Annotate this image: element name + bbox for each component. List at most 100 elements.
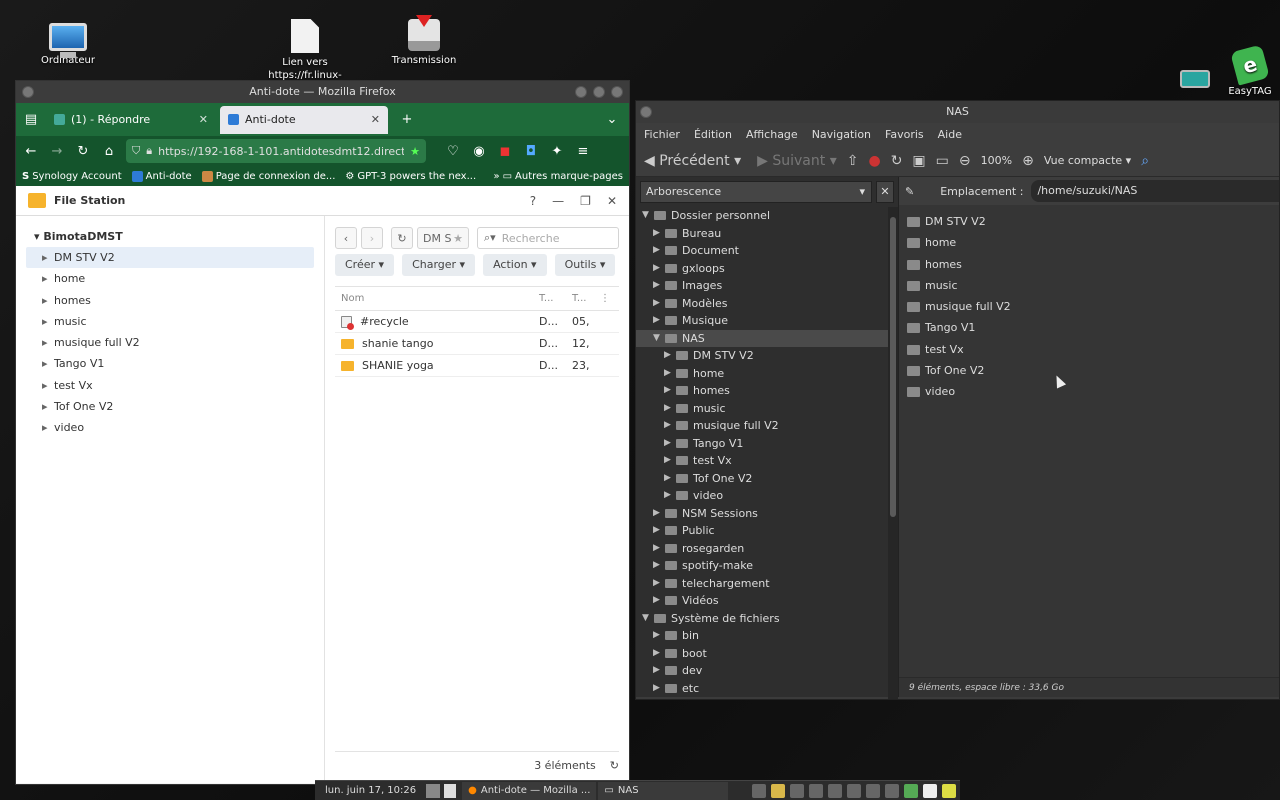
tree-item[interactable]: ▶ DM STV V2 <box>636 347 898 365</box>
firefox-window[interactable]: Anti-dote — Mozilla Firefox ▤ (1) - Répo… <box>15 80 630 785</box>
star-icon[interactable]: ★ <box>453 232 463 245</box>
taskbar-app-nas[interactable]: ▭ NAS <box>598 781 729 800</box>
tree-item[interactable]: ▼ NAS <box>636 329 898 348</box>
tree-item[interactable]: Tango V1 <box>26 353 314 374</box>
bookmark-synology[interactable]: S Synology Account <box>22 171 122 182</box>
tree-item[interactable]: ▶ home <box>636 365 898 383</box>
forward-button[interactable]: ▶ Suivant ▾ <box>757 153 837 169</box>
tree-item[interactable]: ▶ music <box>636 400 898 418</box>
expand-icon[interactable]: ▶ <box>653 242 660 260</box>
column-menu-icon[interactable]: ⋮ <box>600 293 610 304</box>
tree-item[interactable]: ▶ Bureau <box>636 225 898 243</box>
close-button[interactable] <box>611 86 623 98</box>
chevron-down-icon[interactable]: ⌄ <box>603 112 621 127</box>
expand-icon[interactable]: ▶ <box>664 347 671 365</box>
reload-icon[interactable]: ↻ <box>74 144 92 159</box>
path-chip[interactable]: DM S ★ <box>417 227 469 249</box>
tree-item[interactable]: test Vx <box>26 375 314 396</box>
new-tab-icon[interactable]: + <box>398 112 416 127</box>
tree-item[interactable]: home <box>26 268 314 289</box>
nas-window[interactable]: NAS Fichier Édition Affichage Navigation… <box>635 100 1280 700</box>
ublock-icon[interactable]: ◼ <box>496 144 514 159</box>
tree-item[interactable]: ▼ Système de fichiers <box>636 610 898 628</box>
close-sidebar-icon[interactable]: ✕ <box>876 181 894 203</box>
clock[interactable]: lun. juin 17, 10:26 <box>315 785 426 796</box>
list-item[interactable]: Tof One V2 <box>899 360 1279 381</box>
tree-item[interactable]: ▶ NSM Sessions <box>636 505 898 523</box>
tree-item[interactable]: ▼ Dossier personnel <box>636 207 898 225</box>
update-icon[interactable] <box>904 783 918 798</box>
tree-item[interactable]: ▶ bin <box>636 627 898 645</box>
tree-scrollbar[interactable] <box>888 207 898 699</box>
tree-item[interactable]: ▶ boot <box>636 645 898 663</box>
tree-item[interactable]: ▶ Public <box>636 522 898 540</box>
menu-favoris[interactable]: Favoris <box>885 128 924 141</box>
tree-item[interactable]: ▶ video <box>636 487 898 505</box>
firefox-titlebar[interactable]: Anti-dote — Mozilla Firefox <box>16 81 629 103</box>
expand-icon[interactable]: ▶ <box>664 487 671 505</box>
upload-button[interactable]: Charger ▾ <box>402 254 476 276</box>
tree-item[interactable]: ▶ Images <box>636 277 898 295</box>
url-bar[interactable]: ⛉ 🔒︎ https://192-168-1-101.antidotesdmt1… <box>126 139 426 163</box>
back-icon[interactable]: ← <box>22 144 40 159</box>
tree-item[interactable]: homes <box>26 290 314 311</box>
table-row[interactable]: SHANIE yoga D... 23, <box>335 355 619 377</box>
bookmark-others[interactable]: » ▭ Autres marque-pages <box>493 171 623 182</box>
expand-icon[interactable]: ▶ <box>653 312 660 330</box>
tree-item[interactable]: ▶ Vidéos <box>636 592 898 610</box>
up-icon[interactable]: ⇧ <box>847 153 859 169</box>
network-icon[interactable] <box>847 783 861 798</box>
close-tab-icon[interactable]: ✕ <box>199 113 208 126</box>
list-item[interactable]: DM STV V2 <box>899 211 1279 232</box>
expand-icon[interactable]: ▶ <box>653 680 660 698</box>
reload-icon[interactable]: ↻ <box>891 153 903 169</box>
extensions-icon[interactable]: ✦ <box>548 144 566 159</box>
expand-icon[interactable]: ▶ <box>653 557 660 575</box>
menu-fichier[interactable]: Fichier <box>644 128 680 141</box>
tree-item[interactable]: music <box>26 311 314 332</box>
expand-icon[interactable]: ▶ <box>653 540 660 558</box>
account-icon[interactable]: ◉ <box>470 144 488 159</box>
tray-icon-7[interactable] <box>866 783 880 798</box>
action-button[interactable]: Action ▾ <box>483 254 547 276</box>
sidebar-mode-select[interactable]: Arborescence ▾ <box>640 181 872 203</box>
tray-icon-3[interactable] <box>790 783 804 798</box>
expand-icon[interactable]: ▶ <box>653 225 660 243</box>
menu-navigation[interactable]: Navigation <box>812 128 871 141</box>
collapse-icon[interactable]: ▼ <box>653 330 660 348</box>
list-item[interactable]: music <box>899 275 1279 296</box>
create-button[interactable]: Créer ▾ <box>335 254 395 276</box>
tree-item[interactable]: ▶ gxloops <box>636 260 898 278</box>
tree-item[interactable]: ▶ Document <box>636 242 898 260</box>
forward-button[interactable]: › <box>361 227 383 249</box>
location-input[interactable]: /home/suzuki/NAS <box>1031 180 1279 202</box>
tray-icon-1[interactable] <box>752 783 766 798</box>
menu-aide[interactable]: Aide <box>938 128 962 141</box>
expand-icon[interactable]: ▶ <box>664 470 671 488</box>
minimize-icon[interactable]: — <box>552 194 564 208</box>
tree-item[interactable]: video <box>26 417 314 438</box>
expand-icon[interactable]: ▶ <box>653 260 660 278</box>
expand-icon[interactable]: ▶ <box>664 400 671 418</box>
search-icon[interactable]: ⌕ <box>1141 153 1149 169</box>
column-name[interactable]: Nom <box>335 293 535 304</box>
collapse-icon[interactable]: ▼ <box>642 207 649 225</box>
bookmark-gpt3[interactable]: ⚙ GPT-3 powers the nex... <box>345 171 476 182</box>
list-item[interactable]: video <box>899 381 1279 402</box>
lock-icon[interactable]: 🔒︎ <box>146 144 152 158</box>
desktop-icon-ordinateur[interactable]: Ordinateur <box>18 15 118 67</box>
tree-item[interactable]: ▶ musique full V2 <box>636 417 898 435</box>
column-type[interactable]: T... <box>535 293 568 304</box>
menu-affichage[interactable]: Affichage <box>746 128 798 141</box>
desktop-icon-easytag[interactable]: e EasyTAG <box>1200 44 1280 98</box>
tree-item[interactable]: ▶ spotify-make <box>636 557 898 575</box>
terminal-launcher-icon[interactable] <box>444 783 457 798</box>
bookmark-antidote[interactable]: Anti-dote <box>131 170 192 182</box>
expand-icon[interactable]: ▶ <box>653 645 660 663</box>
list-item[interactable]: musique full V2 <box>899 296 1279 317</box>
window-menu-button[interactable] <box>22 86 34 98</box>
trash-icon[interactable] <box>885 783 899 798</box>
list-item[interactable]: homes <box>899 254 1279 275</box>
pocket-icon[interactable]: ♡ <box>444 144 462 159</box>
tree-item[interactable]: ▶ rosegarden <box>636 540 898 558</box>
